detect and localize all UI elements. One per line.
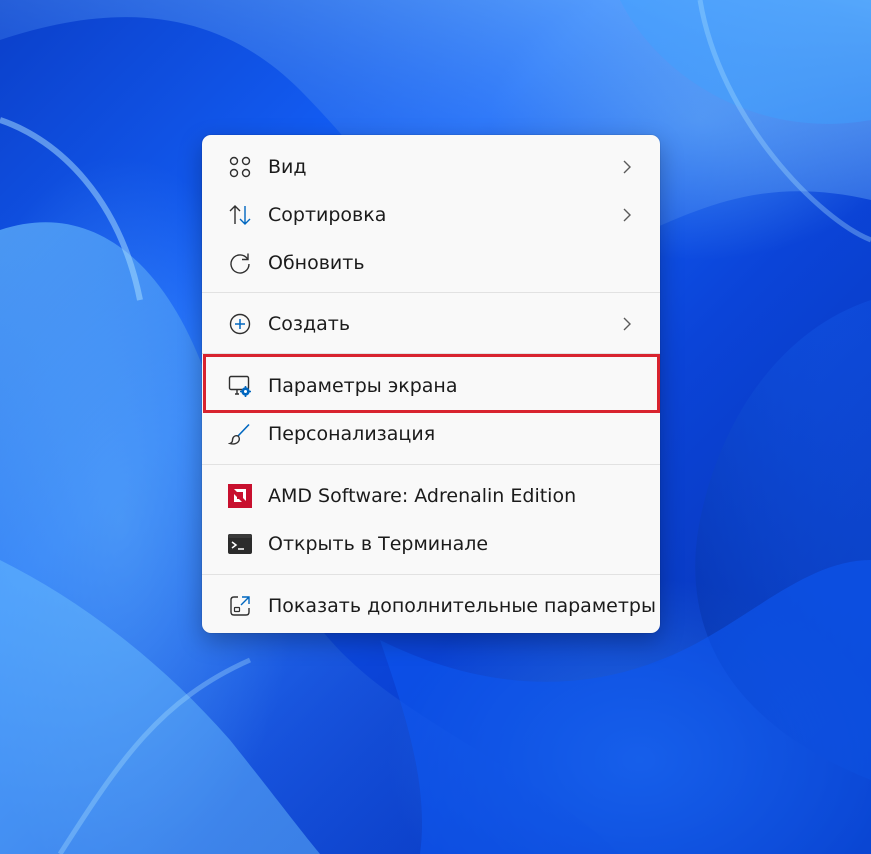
menu-item-label: Сортировка [268, 204, 387, 226]
show-more-options-icon [228, 594, 252, 618]
grid-icon [228, 155, 252, 179]
desktop-context-menu: Вид Сортировка Обновить Создать Параметр… [202, 135, 660, 633]
add-circle-icon [228, 312, 252, 336]
menu-item-open-terminal[interactable]: Открыть в Терминале [206, 522, 656, 566]
menu-item-view[interactable]: Вид [206, 145, 656, 189]
menu-item-display-settings[interactable]: Параметры экрана [206, 364, 656, 408]
menu-item-label: Вид [268, 156, 307, 178]
menu-separator [202, 464, 660, 465]
menu-item-label: Создать [268, 313, 351, 335]
menu-item-label: Персонализация [268, 423, 436, 445]
menu-item-label: Открыть в Терминале [268, 533, 489, 555]
chevron-right-icon [623, 160, 631, 174]
menu-item-label: Обновить [268, 252, 365, 274]
menu-item-show-more-options[interactable]: Показать дополнительные параметры [206, 584, 656, 628]
chevron-right-icon [623, 317, 631, 331]
menu-separator [202, 353, 660, 354]
chevron-right-icon [623, 208, 631, 222]
amd-logo-icon [228, 484, 252, 508]
menu-item-amd-software[interactable]: AMD Software: Adrenalin Edition [206, 474, 656, 518]
menu-item-sort[interactable]: Сортировка [206, 193, 656, 237]
menu-item-create[interactable]: Создать [206, 302, 656, 346]
menu-item-refresh[interactable]: Обновить [206, 241, 656, 285]
sort-arrows-icon [228, 203, 252, 227]
menu-item-personalization[interactable]: Персонализация [206, 412, 656, 456]
menu-separator [202, 292, 660, 293]
menu-item-label: Показать дополнительные параметры [268, 595, 656, 617]
display-settings-icon [228, 374, 252, 398]
menu-item-label: AMD Software: Adrenalin Edition [268, 485, 577, 507]
brush-icon [228, 422, 252, 446]
menu-item-label: Параметры экрана [268, 375, 458, 397]
refresh-icon [228, 251, 252, 275]
menu-separator [202, 574, 660, 575]
terminal-icon [228, 532, 252, 556]
